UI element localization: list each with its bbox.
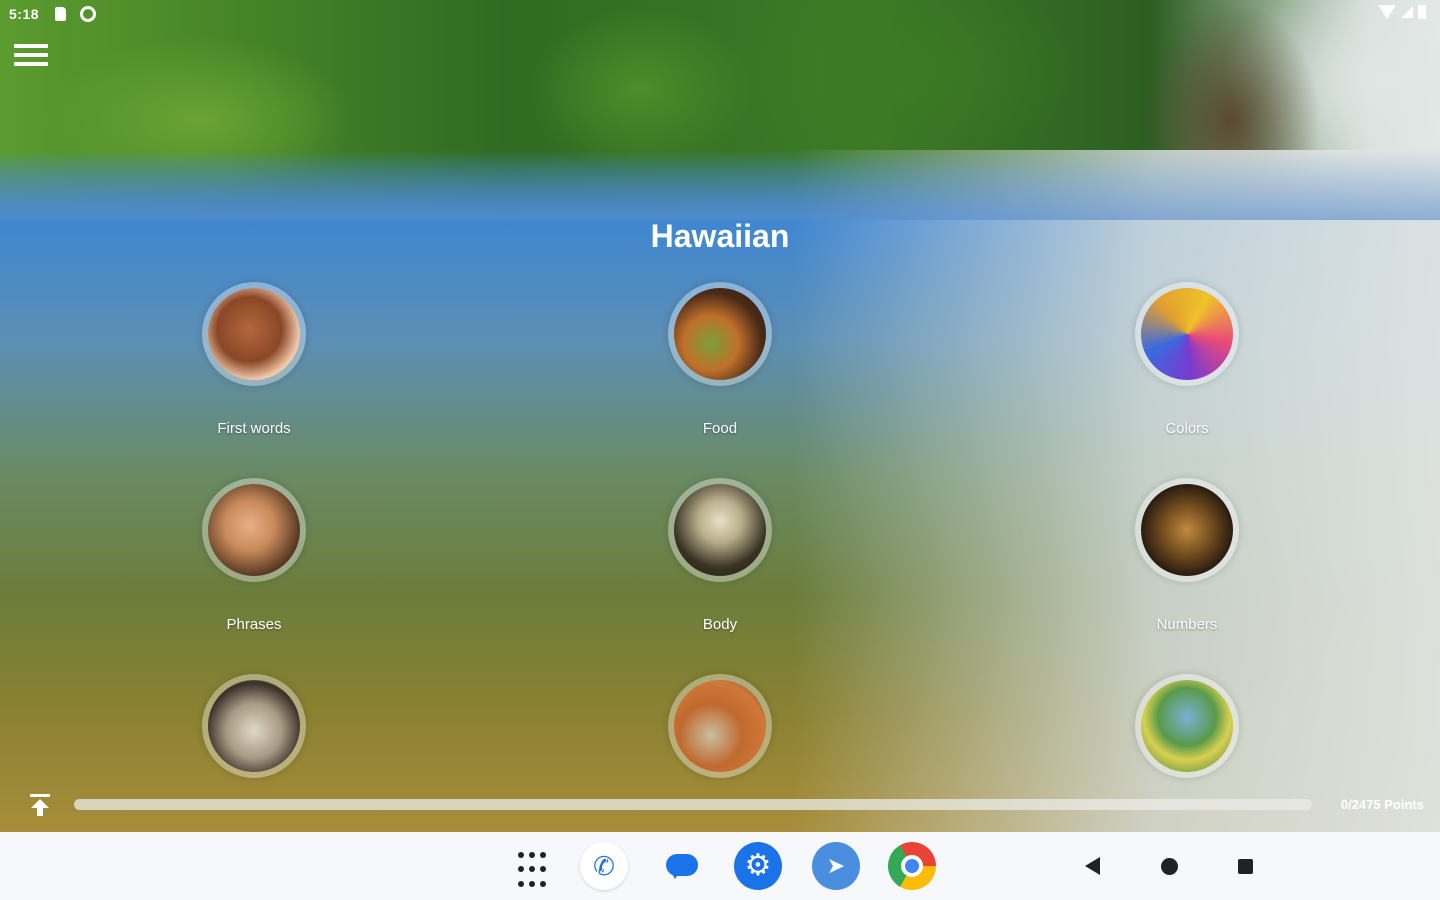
category-label: Colors <box>1165 420 1209 437</box>
points-text: 0/2475 Points <box>1340 797 1424 812</box>
market-image <box>674 680 766 772</box>
system-nav-bar: ✆ ⚙ ➤ <box>0 832 1440 900</box>
category-label: Food <box>702 420 738 437</box>
back-icon[interactable] <box>1085 857 1100 875</box>
progress-bar <box>74 799 1312 810</box>
status-right-icons <box>1378 5 1426 19</box>
category-food[interactable]: Food <box>610 282 830 437</box>
hamburger-menu-icon[interactable] <box>14 44 48 70</box>
category-body[interactable]: Body <box>610 478 830 633</box>
category-phrases[interactable]: Phrases <box>144 478 364 633</box>
nature-image <box>1141 680 1233 772</box>
progress-section: 0/2475 Points <box>0 788 1440 824</box>
sd-card-icon <box>55 7 66 21</box>
battery-icon <box>1418 5 1426 19</box>
category-label: First words <box>217 420 291 437</box>
app-screen: 5:18 Hawaiian First words Food Colors Ph… <box>0 0 1440 832</box>
numbers-image <box>1141 484 1233 576</box>
app-grid-icon[interactable] <box>511 842 559 890</box>
cast-icon <box>80 6 96 22</box>
phone-icon[interactable]: ✆ <box>580 842 628 890</box>
category-clock[interactable] <box>144 674 364 778</box>
cursor-icon[interactable]: ➤ <box>812 842 860 890</box>
messages-icon[interactable] <box>658 842 706 890</box>
phrases-image <box>208 484 300 576</box>
status-time: 5:18 <box>9 6 40 22</box>
page-title: Hawaiian <box>650 218 790 254</box>
recents-icon[interactable] <box>1238 859 1253 874</box>
colors-image <box>1141 288 1233 380</box>
wifi-icon <box>1378 5 1396 19</box>
food-image <box>674 288 766 380</box>
clock-image <box>208 680 300 772</box>
status-bar: 5:18 <box>0 0 1440 28</box>
category-label: Phrases <box>226 616 282 633</box>
first-words-image <box>208 288 300 380</box>
home-icon[interactable] <box>1161 858 1178 875</box>
settings-icon[interactable]: ⚙ <box>734 842 782 890</box>
scroll-to-top-icon[interactable] <box>28 794 52 818</box>
category-colors[interactable]: Colors <box>1077 282 1297 437</box>
category-label: Body <box>702 616 738 633</box>
category-first-words[interactable]: First words <box>144 282 364 437</box>
signal-icon <box>1401 6 1413 18</box>
category-market[interactable] <box>610 674 830 778</box>
hero-fade <box>0 150 1440 220</box>
category-numbers[interactable]: Numbers <box>1077 478 1297 633</box>
chrome-icon[interactable] <box>888 842 936 890</box>
category-nature[interactable] <box>1077 674 1297 778</box>
category-label: Numbers <box>1156 616 1218 633</box>
body-image <box>674 484 766 576</box>
